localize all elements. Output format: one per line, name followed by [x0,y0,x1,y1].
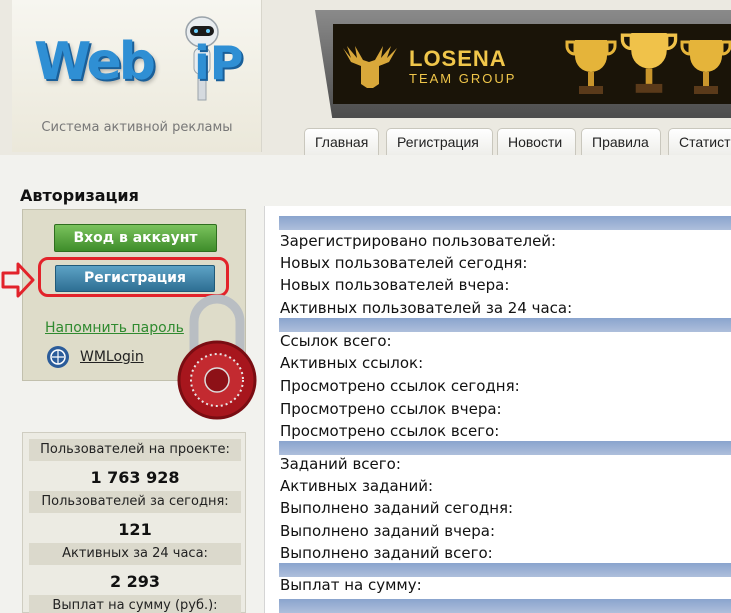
stat-label: Выплат на сумму (руб.): [29,595,241,613]
table-row: Просмотрено ссылок сегодня: [280,377,520,395]
banner-title: LOSENA [409,46,507,71]
table-row: Просмотрено ссылок вчера: [280,400,502,418]
table-row: Заданий всего: [280,455,401,473]
table-row: Зарегистрировано пользователей: [280,232,557,250]
arrow-right-icon [1,262,35,298]
banner-subtitle: TEAM GROUP [409,71,517,86]
padlock-icon [177,294,257,420]
table-row: Новых пользователей вчера: [280,276,510,294]
tab-news[interactable]: Новости [497,128,576,155]
banner-monitor: LOSENA TEAM GROUP К [315,10,731,118]
section-separator [279,318,731,332]
table-row: Активных заданий: [280,477,434,495]
section-separator [279,216,731,230]
moose-logo-icon [343,46,397,88]
section-separator [279,563,731,577]
table-row: Выплат на сумму: [280,576,422,594]
trophy-icon [620,33,678,93]
logo-tagline: Система активной рекламы [41,120,233,135]
table-row: Выполнено заданий всего: [280,544,493,562]
table-row: Ссылок всего: [280,332,392,350]
banner-ad[interactable]: LOSENA TEAM GROUP К [333,24,731,104]
tab-rules[interactable]: Правила [581,128,661,155]
section-separator [279,441,731,455]
table-row: Выполнено заданий вчера: [280,522,495,540]
section-separator [279,599,731,613]
table-row: Выполнено заданий сегодня: [280,499,514,517]
project-stats-panel: Пользователей на проекте: 1 763 928 Поль… [22,432,246,613]
table-row: Просмотрено ссылок всего: [280,422,500,440]
logo-web-text: Web [34,32,156,92]
webmoney-icon [47,346,69,368]
logo-ip-text: iP [194,36,244,90]
auth-heading: Авторизация [20,186,139,205]
logo-panel[interactable]: Web iP Система активной рекламы [12,0,262,152]
stat-label: Пользователей за сегодня: [29,491,241,513]
tab-statistics[interactable]: Статист [668,128,731,155]
tab-home[interactable]: Главная [304,128,379,155]
stat-value: 2 293 [109,572,161,591]
tab-registration[interactable]: Регистрация [386,128,493,155]
remind-password-link[interactable]: Напомнить пароль [45,320,184,336]
login-button[interactable]: Вход в аккаунт [54,224,217,252]
wmlogin-link[interactable]: WMLogin [80,349,144,365]
header: Web iP Система активной рекламы LOSENA T… [0,0,731,155]
table-row: Активных ссылок: [280,354,424,372]
table-row: Новых пользователей сегодня: [280,254,528,272]
stat-label: Пользователей на проекте: [29,439,241,461]
trophy-icon [680,40,731,94]
table-row: Активных пользователей за 24 часа: [280,299,573,317]
stat-value: 1 763 928 [90,468,180,487]
site-stats-table: Зарегистрировано пользователей: Новых по… [264,206,731,613]
register-highlight-outline [38,257,229,297]
trophy-icon [565,40,617,94]
stat-value: 121 [118,520,152,539]
stat-label: Активных за 24 часа: [29,543,241,565]
